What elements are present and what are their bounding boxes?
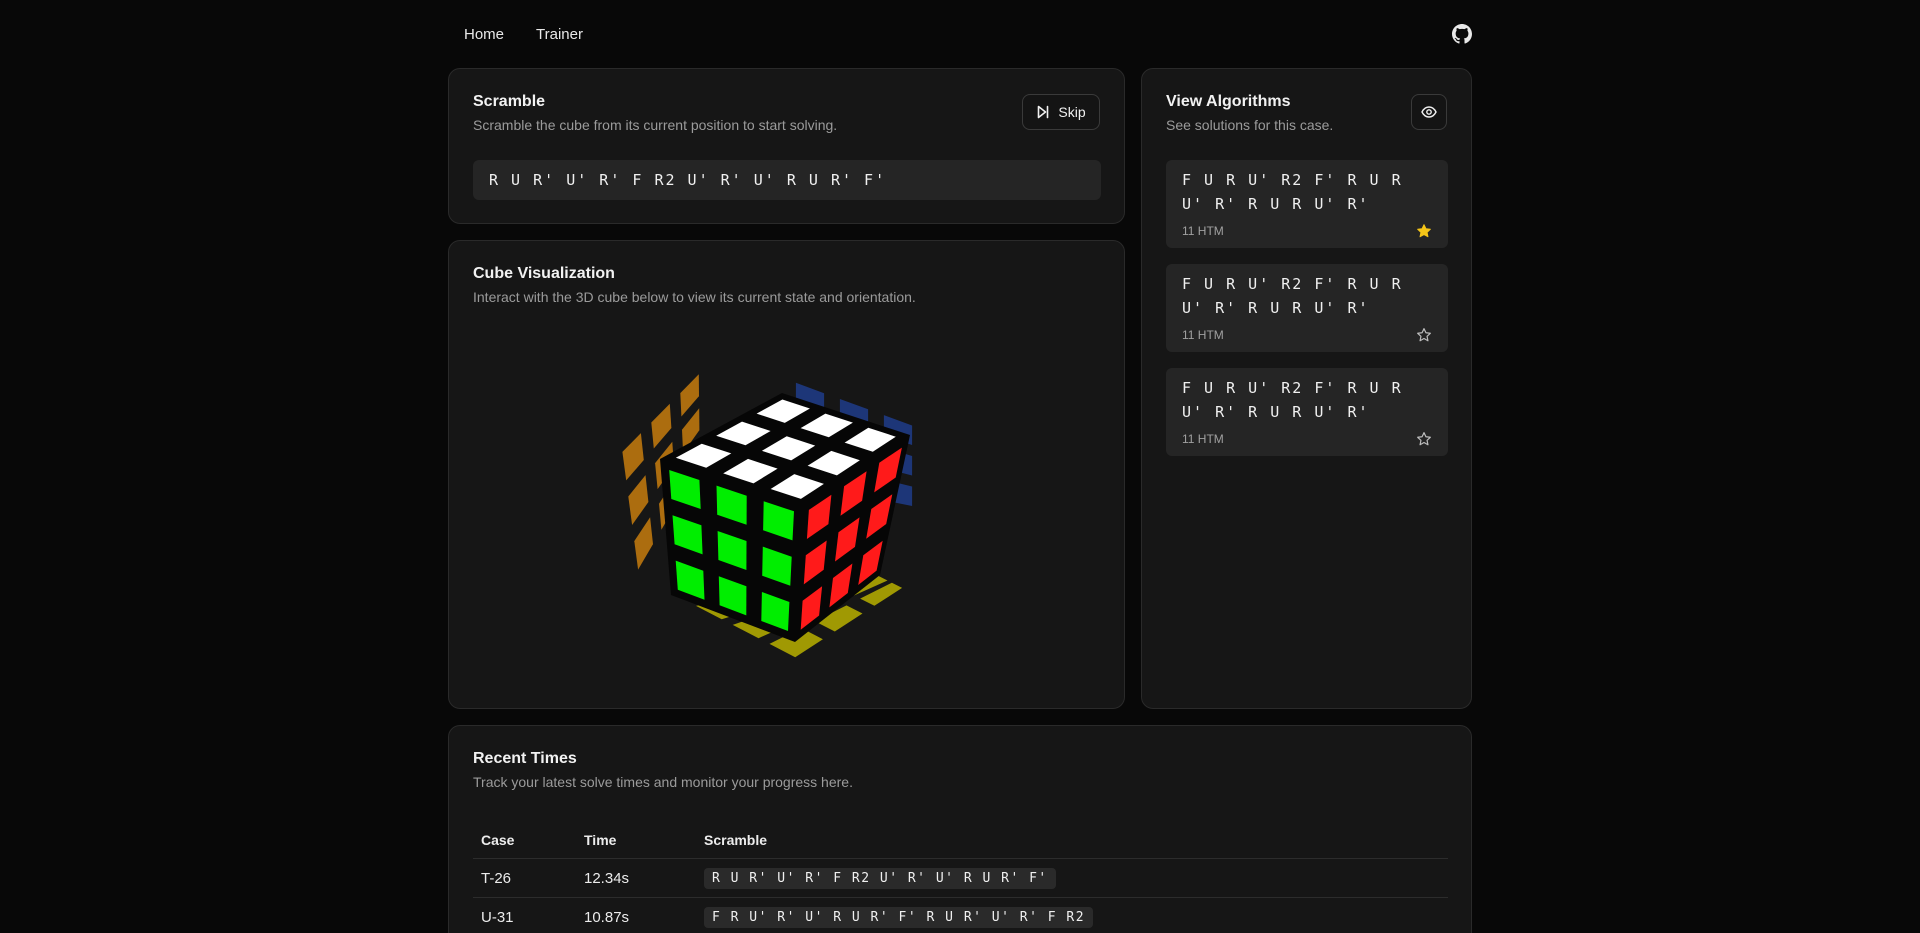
algorithm-htm-count: 11 HTM [1182,432,1224,446]
algorithms-description: See solutions for this case. [1166,117,1334,133]
case-cell: U-31 [481,909,514,926]
scramble-cell: R U R' U' R' F R2 U' R' U' R U R' F' [704,859,1056,898]
algorithm-item[interactable]: F U R U' R2 F' R U R U' R' R U R U' R' 1… [1166,160,1448,248]
github-icon[interactable] [1452,24,1472,44]
cube-description: Interact with the 3D cube below to view … [473,289,916,305]
algorithm-item[interactable]: F U R U' R2 F' R U R U' R' R U R U' R' 1… [1166,368,1448,456]
cube-3d-canvas[interactable] [599,351,969,691]
top-nav: Home Trainer [448,0,1472,68]
star-icon-filled[interactable] [1416,223,1432,239]
star-icon[interactable] [1416,327,1432,343]
recent-times-title: Recent Times [473,750,577,767]
algorithm-htm-count: 11 HTM [1182,224,1224,238]
table-header-row: Case Time Scramble [473,820,1448,859]
cube-sticker [622,433,644,481]
recent-times-table: Case Time Scramble T-26 12.34s R U R' U'… [473,820,1448,933]
skip-button[interactable]: Skip [1022,94,1100,130]
table-row[interactable]: T-26 12.34s R U R' U' R' F R2 U' R' U' R… [473,859,1448,898]
scramble-card: Scramble Scramble the cube from its curr… [448,68,1125,224]
algorithm-moves: F U R U' R2 F' R U R U' R' R U R U' R' [1182,275,1403,317]
time-cell: 12.34s [584,870,630,887]
eye-icon [1421,106,1437,118]
cube-sticker [651,403,672,449]
algorithm-moves: F U R U' R2 F' R U R U' R' R U R U' R' [1182,379,1403,421]
column-header-time: Time [584,831,617,848]
algorithms-card: View Algorithms See solutions for this c… [1141,68,1472,709]
case-cell: T-26 [481,870,512,887]
table-row[interactable]: U-31 10.87s F R U' R' U' R U R' F' R U R… [473,898,1448,933]
algorithm-htm-count: 11 HTM [1182,328,1224,342]
cube-sticker [634,517,653,570]
nav-trainer-link[interactable]: Trainer [520,20,599,49]
cube-sticker [628,475,649,525]
recent-times-description: Track your latest solve times and monito… [473,774,853,790]
skip-label: Skip [1058,104,1086,120]
algorithm-item[interactable]: F U R U' R2 F' R U R U' R' R U R U' R' 1… [1166,264,1448,352]
app: Home Trainer Scramble Scramble the cube … [0,0,1920,933]
algorithms-title: View Algorithms [1166,93,1291,110]
skip-forward-icon [1038,105,1049,119]
time-cell: 10.87s [584,909,630,926]
scramble-title: Scramble [473,93,546,110]
cube-title: Cube Visualization [473,265,615,282]
scramble-description: Scramble the cube from its current posit… [473,117,838,133]
scramble-code: R U R' U' R' F R2 U' R' U' R U R' F' [704,868,1056,889]
scramble-code: F R U' R' U' R U R' F' R U R' U' R' F R2 [704,907,1094,928]
cube-visualization-card: Cube Visualization Interact with the 3D … [448,240,1125,709]
column-header-case: Case [481,831,515,848]
scramble-cell: F R U' R' U' R U R' F' R U R' U' R' F R2 [704,898,1094,933]
cube-sticker [680,374,699,417]
column-header-scramble: Scramble [704,831,768,848]
algorithm-moves: F U R U' R2 F' R U R U' R' R U R U' R' [1182,171,1403,213]
view-algorithms-button[interactable] [1411,94,1447,130]
recent-times-card: Recent Times Track your latest solve tim… [448,725,1472,933]
star-icon[interactable] [1416,431,1432,447]
scramble-sequence: R U R' U' R' F R2 U' R' U' R U R' F' [473,160,1101,200]
nav-home-link[interactable]: Home [448,20,520,49]
